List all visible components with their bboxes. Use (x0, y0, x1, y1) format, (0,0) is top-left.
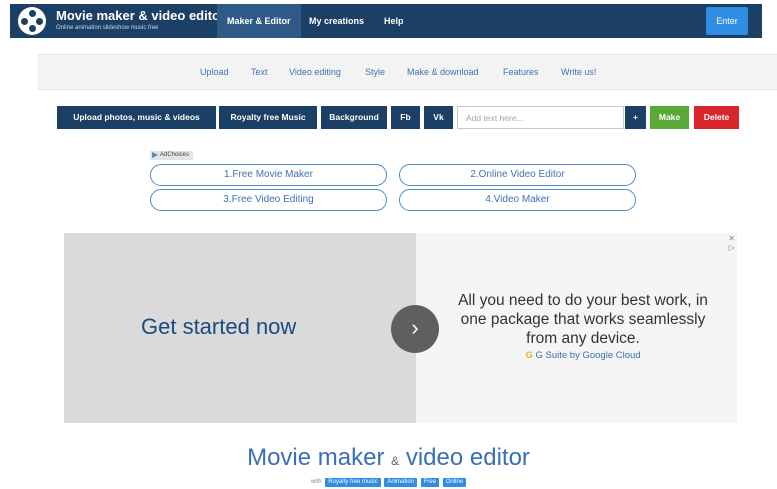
delete-button[interactable]: Delete (694, 106, 739, 129)
banner-ad-brand[interactable]: G G Suite by Google Cloud (448, 350, 718, 361)
banner-ad[interactable]: Get started now › All you need to do you… (64, 233, 737, 423)
tab-help[interactable]: Help (374, 4, 414, 38)
tags-with-label: with (310, 479, 322, 485)
adchoices-label: AdChoices (160, 152, 190, 158)
add-text-button[interactable]: + (625, 106, 646, 129)
page-heading-amp: & (391, 454, 400, 468)
banner-ad-headline[interactable]: Get started now (141, 314, 296, 340)
subnav-upload[interactable]: Upload (200, 67, 229, 77)
ad-link-free-movie-maker[interactable]: 1.Free Movie Maker (150, 164, 387, 186)
royalty-free-music-button[interactable]: Royalty free Music (219, 106, 317, 129)
ad-controls[interactable]: ✕ ▷ (728, 234, 735, 252)
subnav-write-us[interactable]: Write us! (561, 67, 596, 77)
add-text-input[interactable] (457, 106, 624, 129)
site-subtitle: Online animation slideshow music free (56, 25, 159, 31)
section-nav: Upload Text Video editing Style Make & d… (38, 54, 777, 90)
subnav-text[interactable]: Text (251, 67, 268, 77)
film-reel-icon[interactable] (18, 7, 46, 35)
page-heading-part2: video editor (405, 444, 530, 471)
subnav-make-download[interactable]: Make & download (407, 67, 479, 77)
tab-my-creations[interactable]: My creations (299, 4, 374, 38)
tab-maker-editor[interactable]: Maker & Editor (217, 4, 301, 38)
banner-ad-body: All you need to do your best work, in on… (458, 292, 708, 347)
upload-button[interactable]: Upload photos, music & videos (57, 106, 216, 129)
close-icon[interactable]: ✕ (728, 234, 735, 243)
chevron-right-icon[interactable]: › (391, 305, 439, 353)
page-heading-part1: Movie maker (247, 444, 385, 471)
ad-link-free-video-editing[interactable]: 3.Free Video Editing (150, 189, 387, 211)
tag-free: Free (420, 478, 440, 487)
site-title[interactable]: Movie maker & video editor (56, 8, 225, 23)
ad-info-icon[interactable]: ▷ (728, 243, 735, 252)
adchoices-badge[interactable]: AdChoices (150, 151, 194, 160)
tag-online: Online (442, 478, 467, 487)
header: Movie maker & video editor Online animat… (10, 4, 762, 38)
fb-button[interactable]: Fb (391, 106, 420, 129)
subnav-video-editing[interactable]: Video editing (289, 67, 341, 77)
ad-link-video-maker[interactable]: 4.Video Maker (399, 189, 636, 211)
tag-animation: Animation (384, 478, 418, 487)
subnav-style[interactable]: Style (365, 67, 385, 77)
make-button[interactable]: Make (650, 106, 689, 129)
banner-ad-brand-label: G Suite by Google Cloud (535, 350, 641, 361)
tag-royalty-free-music: Royalty free music (325, 478, 381, 487)
background-button[interactable]: Background (321, 106, 387, 129)
vk-button[interactable]: Vk (424, 106, 453, 129)
page-heading: Movie maker & video editor (0, 444, 777, 472)
subnav-features[interactable]: Features (503, 67, 539, 77)
feature-tags: with Royalty free music Animation Free O… (0, 478, 777, 487)
google-g-icon: G (525, 350, 533, 361)
ad-link-online-video-editor[interactable]: 2.Online Video Editor (399, 164, 636, 186)
enter-button[interactable]: Enter (706, 7, 748, 35)
top-bar: Movie maker & video editor Online animat… (0, 0, 777, 42)
adchoices-icon (152, 152, 158, 158)
